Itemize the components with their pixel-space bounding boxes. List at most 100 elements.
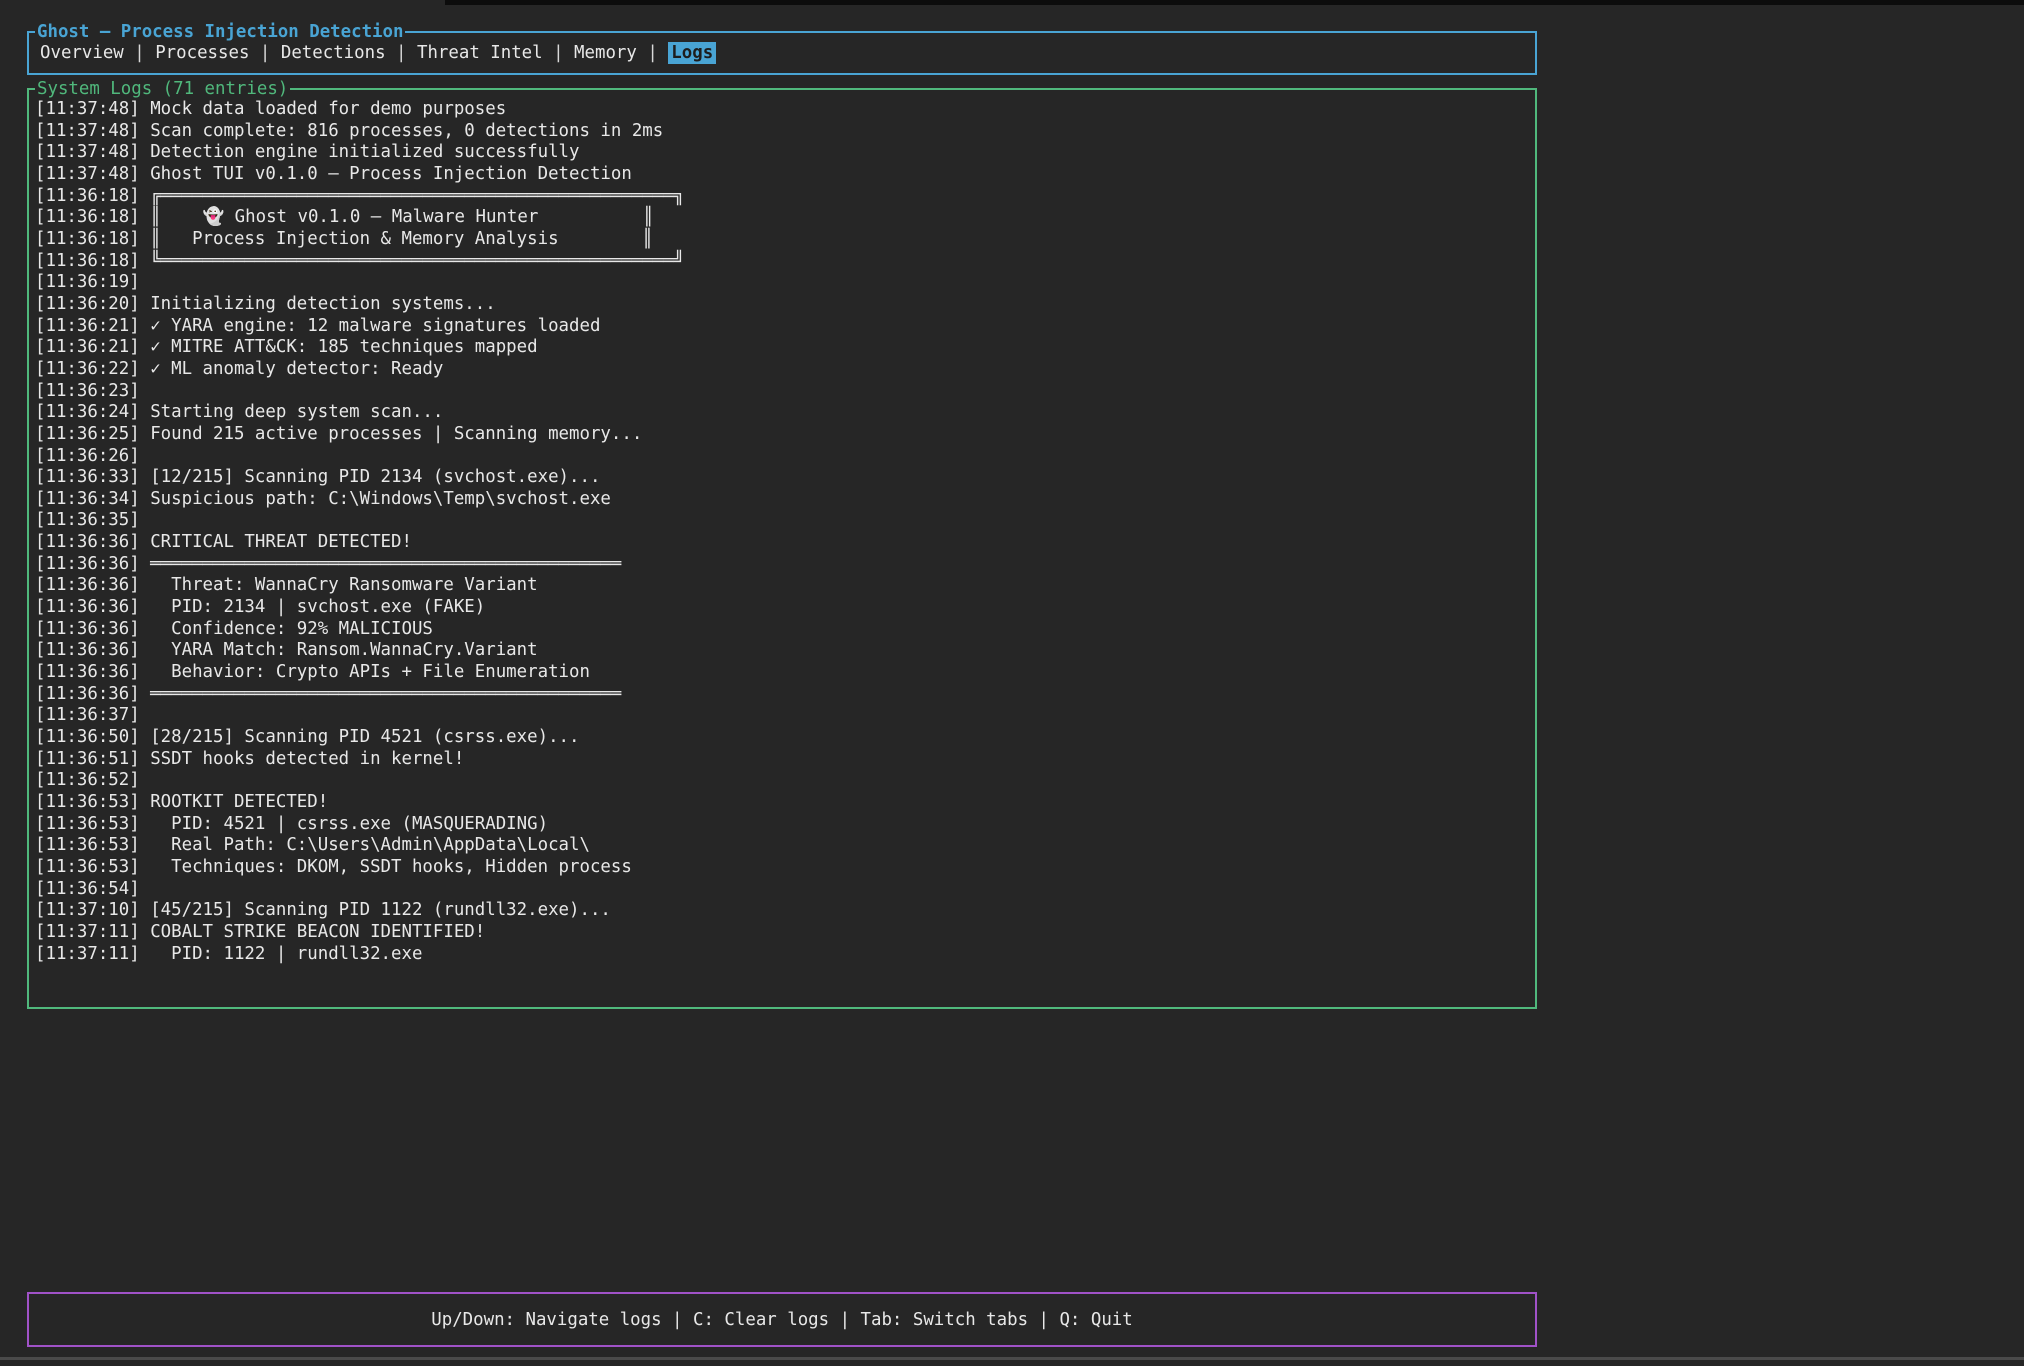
log-message: Mock data loaded for demo purposes bbox=[150, 99, 506, 119]
log-timestamp: [11:36:22] bbox=[35, 359, 140, 379]
keyboard-hints: Up/Down: Navigate logs | C: Clear logs |… bbox=[431, 1310, 1133, 1330]
log-timestamp: [11:36:37] bbox=[35, 705, 140, 725]
log-timestamp: [11:37:48] bbox=[35, 99, 140, 119]
log-line: [11:36:36] ══════════════════════════════… bbox=[35, 684, 1531, 706]
log-message: ║ 👻 Ghost v0.1.0 — Malware Hunter ║ bbox=[150, 207, 653, 227]
log-message: [45/215] Scanning PID 1122 (rundll32.exe… bbox=[150, 900, 611, 920]
log-message: SSDT hooks detected in kernel! bbox=[150, 749, 464, 769]
log-timestamp: [11:36:34] bbox=[35, 489, 140, 509]
log-timestamp: [11:37:48] bbox=[35, 164, 140, 184]
log-timestamp: [11:36:36] bbox=[35, 575, 140, 595]
log-line: [11:36:51] SSDT hooks detected in kernel! bbox=[35, 749, 1531, 771]
app-title: Ghost — Process Injection Detection bbox=[35, 20, 405, 44]
log-timestamp: [11:36:36] bbox=[35, 597, 140, 617]
log-message: COBALT STRIKE BEACON IDENTIFIED! bbox=[150, 922, 485, 942]
log-timestamp: [11:36:18] bbox=[35, 207, 140, 227]
log-message: PID: 4521 | csrss.exe (MASQUERADING) bbox=[150, 814, 548, 834]
log-line: [11:37:11] PID: 1122 | rundll32.exe bbox=[35, 944, 1531, 966]
log-message: Detection engine initialized successfull… bbox=[150, 142, 579, 162]
log-line: [11:36:33][12/215] Scanning PID 2134 (sv… bbox=[35, 467, 1531, 489]
tab-processes[interactable]: Processes bbox=[155, 43, 249, 63]
log-message: Threat: WannaCry Ransomware Variant bbox=[150, 575, 537, 595]
tab-detections[interactable]: Detections bbox=[281, 43, 386, 63]
log-message: CRITICAL THREAT DETECTED! bbox=[150, 532, 412, 552]
log-line: [11:37:11]COBALT STRIKE BEACON IDENTIFIE… bbox=[35, 922, 1531, 944]
log-message: Real Path: C:\Users\Admin\AppData\Local\ bbox=[150, 835, 590, 855]
log-timestamp: [11:36:36] bbox=[35, 619, 140, 639]
log-message: ✓ ML anomaly detector: Ready bbox=[150, 359, 443, 379]
log-line: [11:36:24]Starting deep system scan... bbox=[35, 402, 1531, 424]
log-line: [11:36:50][28/215] Scanning PID 4521 (cs… bbox=[35, 727, 1531, 749]
log-timestamp: [11:36:26] bbox=[35, 446, 140, 466]
window-edge-top bbox=[445, 0, 2024, 5]
log-line: [11:36:20] Initializing detection systems… bbox=[35, 294, 1531, 316]
log-timestamp: [11:36:53] bbox=[35, 857, 140, 877]
tab-separator: | bbox=[124, 43, 155, 63]
log-timestamp: [11:36:25] bbox=[35, 424, 140, 444]
tab-overview[interactable]: Overview bbox=[40, 43, 124, 63]
log-line: [11:36:23] bbox=[35, 381, 1531, 403]
title-panel: Ghost — Process Injection Detection Over… bbox=[27, 31, 1537, 75]
log-line: [11:36:19] bbox=[35, 272, 1531, 294]
tab-separator: | bbox=[386, 43, 417, 63]
log-line: [11:36:36]══════════════════════════════… bbox=[35, 554, 1531, 576]
logs-panel-title: System Logs (71 entries) bbox=[35, 77, 290, 101]
log-timestamp: [11:36:36] bbox=[35, 684, 140, 704]
log-line: [11:36:36] Threat: WannaCry Ransomware V… bbox=[35, 575, 1531, 597]
log-timestamp: [11:36:33] bbox=[35, 467, 140, 487]
log-timestamp: [11:37:11] bbox=[35, 944, 140, 964]
log-line: [11:36:54] bbox=[35, 879, 1531, 901]
log-timestamp: [11:37:10] bbox=[35, 900, 140, 920]
log-message: Starting deep system scan... bbox=[150, 402, 443, 422]
log-message: ✓ YARA engine: 12 malware signatures loa… bbox=[150, 316, 600, 336]
log-timestamp: [11:36:51] bbox=[35, 749, 140, 769]
log-line: [11:36:34]Suspicious path: C:\Windows\Te… bbox=[35, 489, 1531, 511]
log-line: [11:36:18] ╔═════════════════════════════… bbox=[35, 186, 1531, 208]
tab-bar: Overview | Processes | Detections | Thre… bbox=[40, 43, 716, 63]
log-message: ════════════════════════════════════════… bbox=[150, 684, 621, 704]
log-timestamp: [11:36:53] bbox=[35, 792, 140, 812]
log-line: [11:36:25] Found 215 active processes | S… bbox=[35, 424, 1531, 446]
log-line: [11:36:52] bbox=[35, 770, 1531, 792]
log-message: Found 215 active processes | Scanning me… bbox=[150, 424, 642, 444]
log-message: ROOTKIT DETECTED! bbox=[150, 792, 328, 812]
tab-memory[interactable]: Memory bbox=[574, 43, 637, 63]
log-line: [11:37:10] [45/215] Scanning PID 1122 (ru… bbox=[35, 900, 1531, 922]
footer-panel: Up/Down: Navigate logs | C: Clear logs |… bbox=[27, 1292, 1537, 1347]
tab-separator: | bbox=[543, 43, 574, 63]
log-line: [11:36:53] Real Path: C:\Users\Admin\App… bbox=[35, 835, 1531, 857]
log-line: [11:36:18]╚═════════════════════════════… bbox=[35, 251, 1531, 273]
log-line: [11:36:53] PID: 4521 | csrss.exe (MASQUE… bbox=[35, 814, 1531, 836]
log-line: [11:36:53] ROOTKIT DETECTED! bbox=[35, 792, 1531, 814]
tab-separator: | bbox=[249, 43, 280, 63]
log-message: ╔═══════════════════════════════════════… bbox=[150, 186, 684, 206]
tab-logs[interactable]: Logs bbox=[668, 42, 716, 64]
tab-separator: | bbox=[637, 43, 668, 63]
log-line: [11:36:22] ✓ ML anomaly detector: Ready bbox=[35, 359, 1531, 381]
log-line: [11:36:35] bbox=[35, 510, 1531, 532]
log-message: Initializing detection systems... bbox=[150, 294, 496, 314]
log-line: [11:36:21]✓ YARA engine: 12 malware sign… bbox=[35, 316, 1531, 338]
log-timestamp: [11:36:21] bbox=[35, 337, 140, 357]
log-message: YARA Match: Ransom.WannaCry.Variant bbox=[150, 640, 537, 660]
log-line: [11:36:26] bbox=[35, 446, 1531, 468]
log-timestamp: [11:36:20] bbox=[35, 294, 140, 314]
log-lines[interactable]: [11:37:48] Mock data loaded for demo purp… bbox=[35, 99, 1531, 1003]
log-message: ════════════════════════════════════════… bbox=[150, 554, 621, 574]
log-line: [11:37:48] Ghost TUI v0.1.0 — Process Inj… bbox=[35, 164, 1531, 186]
log-message: Techniques: DKOM, SSDT hooks, Hidden pro… bbox=[150, 857, 632, 877]
log-line: [11:36:53] Techniques: DKOM, SSDT hooks,… bbox=[35, 857, 1531, 879]
log-timestamp: [11:36:18] bbox=[35, 186, 140, 206]
log-timestamp: [11:36:53] bbox=[35, 814, 140, 834]
log-message: Scan complete: 816 processes, 0 detectio… bbox=[150, 121, 663, 141]
log-timestamp: [11:36:35] bbox=[35, 510, 140, 530]
log-message: PID: 1122 | rundll32.exe bbox=[150, 944, 422, 964]
log-line: [11:36:36] Behavior: Crypto APIs + File … bbox=[35, 662, 1531, 684]
tab-threat-intel[interactable]: Threat Intel bbox=[417, 43, 543, 63]
log-message: PID: 2134 | svchost.exe (FAKE) bbox=[150, 597, 485, 617]
log-message: Ghost TUI v0.1.0 — Process Injection Det… bbox=[150, 164, 632, 184]
log-line: [11:36:18] ║ 👻 Ghost v0.1.0 — Malware Hun… bbox=[35, 207, 1531, 229]
log-message: [28/215] Scanning PID 4521 (csrss.exe)..… bbox=[150, 727, 579, 747]
log-timestamp: [11:36:19] bbox=[35, 272, 140, 292]
log-message: ║ Process Injection & Memory Analysis ║ bbox=[150, 229, 653, 249]
